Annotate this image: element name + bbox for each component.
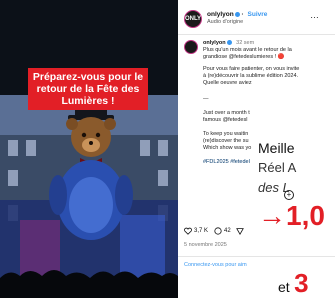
- reel-banner-text: Préparez-vous pour le retour de la Fête …: [28, 68, 148, 110]
- divider: [178, 256, 335, 257]
- like-count: 3,7 K: [194, 228, 209, 234]
- post-header: ONLY onlylyon · Suivre Audio d'origine …: [184, 10, 334, 34]
- caption-avatar[interactable]: [184, 40, 198, 54]
- caption-time: 32 sem: [236, 40, 255, 46]
- caption-line: —: [203, 96, 209, 102]
- header-user-line: onlylyon · Suivre: [207, 11, 267, 18]
- like-button[interactable]: 3,7 K: [184, 227, 208, 235]
- caption-username[interactable]: onlylyon: [203, 40, 226, 46]
- heart-icon: [184, 227, 192, 235]
- post-panel: ONLY onlylyon · Suivre Audio d'origine ……: [178, 0, 335, 298]
- stat-number: →1,0: [258, 200, 325, 231]
- username-link[interactable]: onlylyon: [207, 11, 234, 18]
- caption-line: (re)discover the su: [203, 138, 249, 144]
- article-heading: Meille: [258, 140, 295, 156]
- caption-line: Quelle oeuvre aviez: [203, 80, 252, 86]
- verified-icon: [226, 40, 232, 46]
- stat-connector: et: [278, 279, 290, 295]
- hashtags[interactable]: #FDL2025 #fetedel: [203, 159, 250, 166]
- caption-line: à (re)découvrir la sublime édition 2024.: [203, 73, 299, 79]
- caption-line: famous @fetedesl: [203, 117, 248, 123]
- stat-number: 3: [294, 268, 309, 298]
- share-icon: [236, 228, 244, 235]
- audio-label[interactable]: Audio d'origine: [207, 19, 243, 25]
- reel-scene-illustration: [0, 0, 178, 298]
- caption-line: Which show was yo: [203, 145, 252, 151]
- caption-line: Plus qu'un mois avant le retour de la: [203, 47, 292, 53]
- reel-video[interactable]: Préparez-vous pour le retour de la Fête …: [0, 0, 178, 298]
- comment-icon: [214, 227, 222, 235]
- post-date: 5 novembre 2025: [184, 242, 227, 248]
- follow-button[interactable]: Suivre: [248, 11, 268, 18]
- caption-user-line: onlylyon 32 sem: [203, 40, 254, 46]
- article-line: des L: [258, 180, 290, 195]
- caption-line: Just over a month t: [203, 110, 250, 116]
- comment-button[interactable]: 42: [214, 227, 231, 235]
- caption-line: grandiose @fetedeslumieres ! 🔴: [203, 54, 285, 60]
- share-button[interactable]: [236, 227, 244, 235]
- separator-dot: ·: [241, 11, 244, 18]
- divider: [178, 34, 335, 35]
- verified-icon: [234, 11, 240, 17]
- caption-line: To keep you waitin: [203, 131, 249, 137]
- comment-count: 42: [224, 228, 231, 234]
- article-line: Réel A: [258, 160, 297, 175]
- more-options-icon[interactable]: …: [310, 10, 320, 20]
- caption-line: Pour vous faire patienter, on vous invit…: [203, 66, 300, 72]
- login-link[interactable]: Connectez-vous pour aim: [184, 262, 247, 268]
- avatar[interactable]: ONLY: [184, 10, 202, 28]
- stat-row: et 3: [278, 268, 309, 299]
